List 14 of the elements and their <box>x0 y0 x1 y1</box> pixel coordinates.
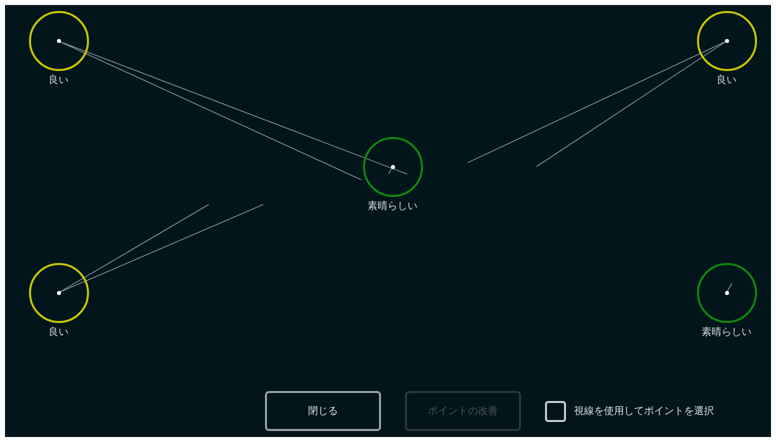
gaze-point <box>724 290 729 295</box>
accuracy-label: 良い <box>48 326 69 339</box>
gaze-point <box>390 164 395 168</box>
gaze-point <box>724 39 729 44</box>
checkbox-label: 視線を使用してポイントを選択 <box>574 404 714 418</box>
accuracy-label: 素晴らしい <box>368 200 418 212</box>
gaze-point <box>56 39 61 44</box>
checkbox[interactable] <box>545 400 566 422</box>
gaze-point <box>56 290 61 295</box>
accuracy-label: 良い <box>716 74 737 88</box>
accuracy-label: 良い <box>48 74 69 88</box>
close-button[interactable]: 閉じる <box>265 391 381 431</box>
accuracy-label: 素晴らしい <box>702 326 752 339</box>
gaze-line <box>726 282 732 294</box>
